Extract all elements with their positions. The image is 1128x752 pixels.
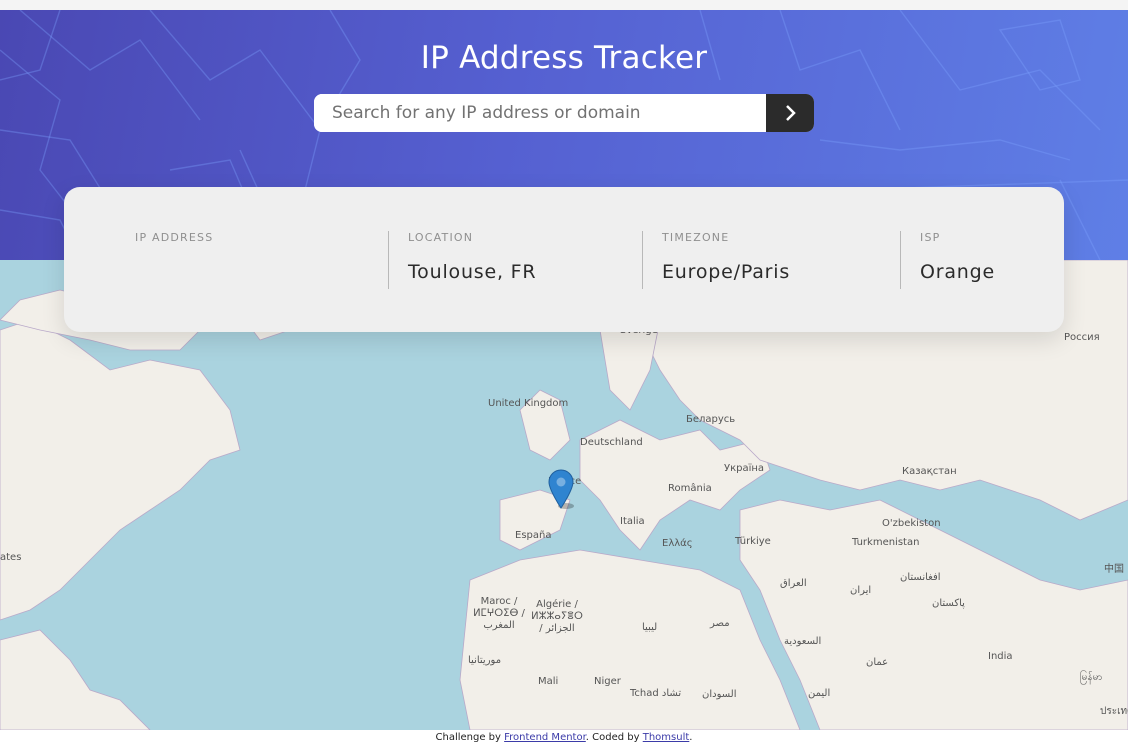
timezone-label: TIMEZONE xyxy=(662,231,730,244)
footer-prefix: Challenge by xyxy=(435,732,505,743)
map-label: Беларусь xyxy=(686,414,736,425)
map-label: ایران xyxy=(850,585,872,596)
location-label: LOCATION xyxy=(408,231,474,244)
page-title: IP Address Tracker xyxy=(420,40,708,76)
map-label: 中国 xyxy=(1104,564,1124,575)
map-label: România xyxy=(668,483,712,494)
isp-label: ISP xyxy=(920,231,941,244)
map-label: پاکستان xyxy=(932,598,965,609)
map-label: Казақстан xyxy=(902,466,957,477)
map-label: Россия xyxy=(1064,332,1100,343)
search-submit-button[interactable] xyxy=(766,94,814,132)
map-label: Algérie / ⵍⵣⵣⴰⵢⴻⵔ / الجزائر xyxy=(531,599,583,634)
divider xyxy=(642,231,643,289)
map-label: မြန်မာ xyxy=(1080,672,1103,683)
map-label: Niger xyxy=(594,676,621,687)
map-label: United Kingdom xyxy=(488,398,569,409)
map-label: اليمن xyxy=(808,688,831,699)
footer-middle: . Coded by xyxy=(585,732,643,743)
divider xyxy=(900,231,901,289)
map-label: España xyxy=(515,530,552,541)
isp-value: Orange xyxy=(920,261,996,283)
ip-address-block: IP ADDRESS xyxy=(135,231,385,291)
divider xyxy=(388,231,389,289)
location-value: Toulouse, FR xyxy=(408,261,537,283)
map-label: India xyxy=(988,651,1013,662)
map-label: Maroc / ⵍⵎⵖⵔⵉⴱ / المغرب xyxy=(473,596,525,631)
map-label: ประเทศ xyxy=(1100,706,1128,717)
map-label: موريتانيا xyxy=(468,655,502,666)
ip-info-card: IP ADDRESS LOCATION Toulouse, FR TIMEZON… xyxy=(64,187,1064,332)
timezone-block: TIMEZONE Europe/Paris xyxy=(662,231,882,291)
map-label: Tchad تشاد xyxy=(630,688,682,699)
map-label: Ελλάς xyxy=(662,538,693,549)
frontend-mentor-link[interactable]: Frontend Mentor xyxy=(504,732,586,743)
map-label: مصر xyxy=(710,618,730,629)
map-label: العراق xyxy=(780,578,807,589)
map-label: السعودية xyxy=(784,636,822,647)
chevron-right-icon xyxy=(785,105,796,121)
map-label: Türkiye xyxy=(735,536,771,547)
map-label: Україна xyxy=(724,463,765,474)
map-label: ليبيا xyxy=(642,622,658,633)
location-block: LOCATION Toulouse, FR xyxy=(408,231,628,291)
map-label: افغانستان xyxy=(900,572,941,583)
isp-block: ISP Orange xyxy=(920,231,1050,291)
ip-address-label: IP ADDRESS xyxy=(135,231,214,244)
author-link[interactable]: Thomsult xyxy=(643,732,690,743)
map-label: Deutschland xyxy=(580,437,643,448)
map-label: O'zbekiston xyxy=(882,518,941,529)
attribution-footer: Challenge by Frontend Mentor. Coded by T… xyxy=(0,730,1128,752)
map-label: عمان xyxy=(866,657,889,668)
map-label: Mali xyxy=(538,676,559,687)
timezone-value: Europe/Paris xyxy=(662,261,791,283)
map-label: Turkmenistan xyxy=(852,537,920,548)
search-bar xyxy=(314,94,814,132)
map-label: Italia xyxy=(620,516,645,527)
footer-suffix: . xyxy=(689,732,693,743)
top-strip xyxy=(0,0,1128,10)
map-label: السودان xyxy=(702,689,737,700)
map-pin-icon[interactable] xyxy=(546,468,576,510)
map-label: ates xyxy=(0,552,22,563)
search-input[interactable] xyxy=(314,94,766,132)
